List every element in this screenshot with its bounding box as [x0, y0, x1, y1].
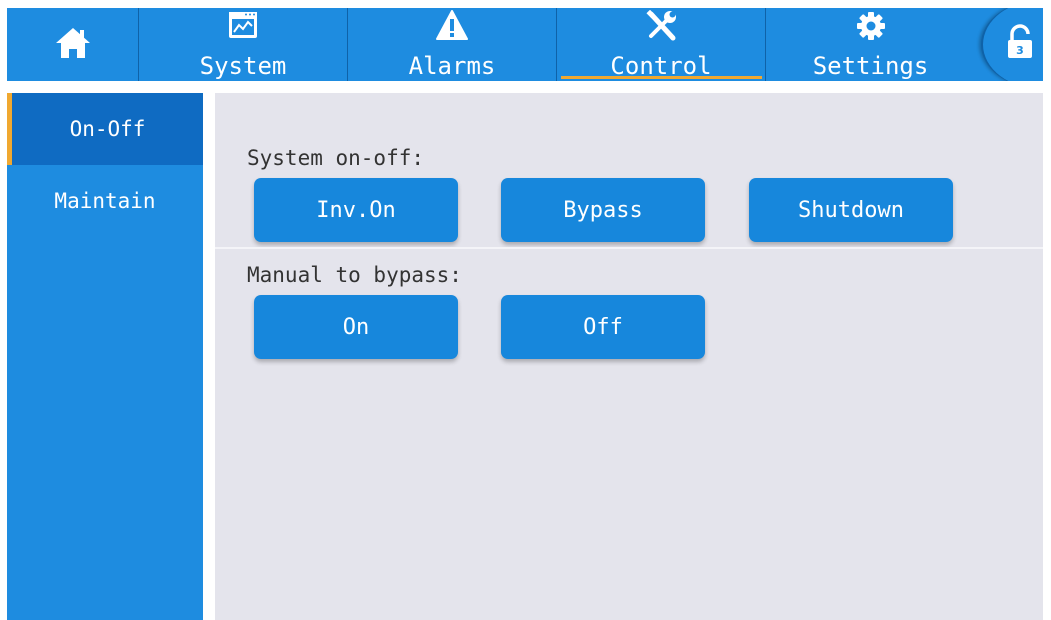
unlock-button[interactable]: 3	[981, 8, 1043, 89]
sidebar-item-maintain[interactable]: Maintain	[7, 165, 203, 237]
warning-icon	[436, 10, 468, 40]
app-frame: System Alarms Control Settings 3 On-Off …	[7, 8, 1043, 620]
shutdown-button[interactable]: Shutdown	[749, 178, 953, 242]
section-divider	[215, 247, 1043, 249]
monitor-chart-icon	[229, 12, 257, 38]
manual-bypass-label: Manual to bypass:	[247, 263, 462, 287]
sidebar-item-label: Maintain	[54, 189, 156, 213]
tab-settings[interactable]: Settings	[766, 8, 975, 81]
tab-control[interactable]: Control	[557, 8, 766, 81]
tab-alarms-label: Alarms	[408, 52, 496, 80]
top-nav-bar: System Alarms Control Settings 3	[7, 8, 1043, 89]
system-onoff-label: System on-off:	[247, 146, 425, 170]
sidebar-item-on-off[interactable]: On-Off	[7, 93, 203, 165]
tab-system-label: System	[199, 52, 287, 80]
active-tab-indicator	[561, 76, 762, 79]
gear-icon	[856, 12, 885, 40]
tools-icon	[646, 10, 676, 41]
sidebar-gutter	[203, 93, 215, 620]
inv-on-button[interactable]: Inv.On	[254, 178, 458, 242]
bypass-button[interactable]: Bypass	[501, 178, 705, 242]
tab-home[interactable]	[7, 8, 139, 81]
unlock-badge: 3	[1016, 44, 1024, 57]
sidebar-item-label: On-Off	[69, 117, 146, 141]
tab-system[interactable]: System	[139, 8, 348, 81]
manual-bypass-on-button[interactable]: On	[254, 295, 458, 359]
home-icon	[55, 28, 90, 58]
main-content: System on-off: Inv.On Bypass Shutdown Ma…	[215, 93, 1043, 620]
sidebar: On-Off Maintain	[7, 93, 203, 620]
header-separator	[7, 81, 1043, 93]
unlock-icon: 3	[1008, 24, 1032, 58]
tab-settings-label: Settings	[812, 52, 929, 80]
manual-bypass-off-button[interactable]: Off	[501, 295, 705, 359]
tab-alarms[interactable]: Alarms	[348, 8, 557, 81]
